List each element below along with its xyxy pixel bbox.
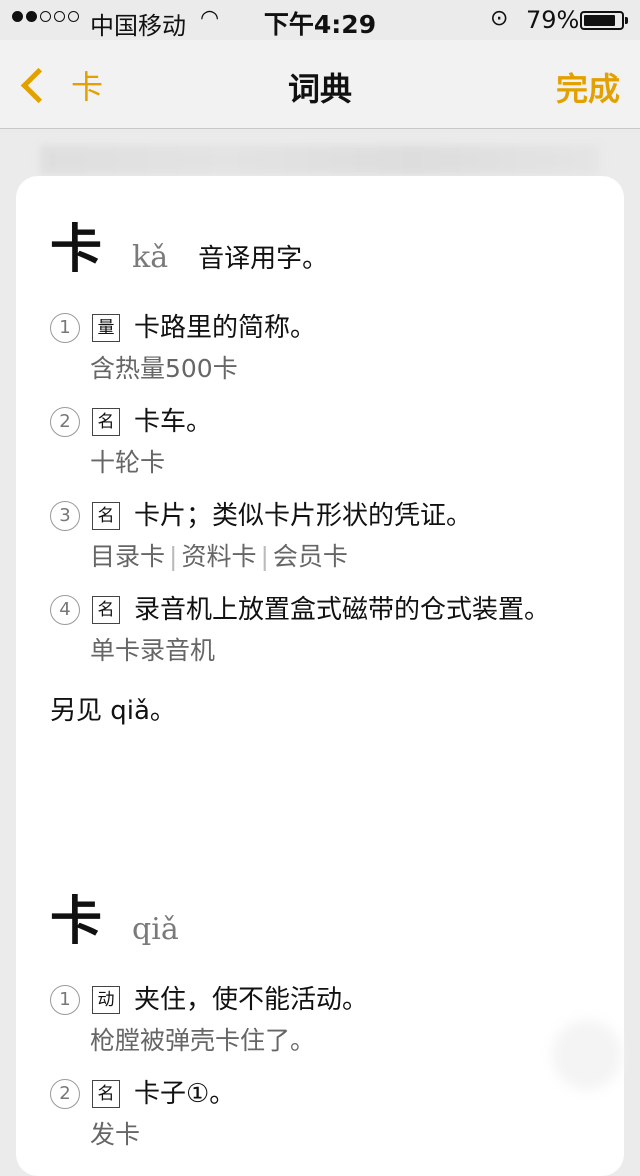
pinyin: qiǎ: [132, 912, 179, 947]
page-title: 词典: [287, 70, 352, 108]
sense-example: 目录卡: [90, 542, 166, 571]
blurred-background: [40, 145, 600, 175]
sense-item: 4 名 录音机上放置盒式磁带的仓式装置。 单卡录音机: [50, 592, 610, 668]
floating-button[interactable]: [552, 1020, 622, 1090]
sense-item: 1 动 夹住，使不能活动。 枪膛被弹壳卡住了。: [50, 982, 610, 1058]
sense-number: 3: [50, 501, 80, 531]
sense-example: 含热量500卡: [90, 354, 238, 383]
sense-item: 2 名 卡车。 十轮卡: [50, 404, 610, 480]
part-of-speech-badge: 名: [92, 408, 120, 436]
sense-number: 1: [50, 313, 80, 343]
sense-example: 十轮卡: [90, 448, 166, 477]
entry-header: 卡 qiǎ: [50, 892, 610, 952]
part-of-speech-badge: 动: [92, 986, 120, 1014]
separator: |: [169, 542, 178, 571]
sense-number: 2: [50, 1079, 80, 1109]
sense-example: 会员卡: [272, 542, 348, 571]
sense-definition: 夹住，使不能活动。: [134, 985, 369, 1015]
sense-definition: 卡车。: [134, 407, 213, 437]
sense-number: 1: [50, 985, 80, 1015]
pinyin: kǎ: [132, 240, 169, 275]
sense-number: 2: [50, 407, 80, 437]
sense-definition: 卡子①。: [134, 1079, 236, 1109]
sense-item: 3 名 卡片；类似卡片形状的凭证。 目录卡 | 资料卡 | 会员卡: [50, 498, 610, 574]
sense-examples: 目录卡 | 资料卡 | 会员卡: [90, 540, 610, 574]
sense-definition: 卡片；类似卡片形状的凭证。: [134, 501, 473, 531]
separator: |: [260, 542, 269, 571]
dictionary-card[interactable]: 卡 kǎ 音译用字。 1 量 卡路里的简称。 含热量500卡 2 名 卡车。 十…: [16, 176, 624, 1176]
part-of-speech-badge: 名: [92, 502, 120, 530]
sense-number: 4: [50, 595, 80, 625]
status-bar: 中国移动 ◠ 下午4:29 ⊙ 79%: [0, 0, 640, 40]
battery-percent: 79%: [526, 6, 580, 34]
sense-example: 发卡: [90, 1120, 141, 1149]
see-also-link[interactable]: 另见 qiǎ。: [50, 690, 610, 727]
sense-definition: 卡路里的简称。: [134, 313, 317, 343]
sense-example: 单卡录音机: [90, 636, 216, 665]
part-of-speech-badge: 名: [92, 596, 120, 624]
sense-item: 1 量 卡路里的简称。 含热量500卡: [50, 310, 610, 386]
done-button[interactable]: 完成: [556, 64, 620, 110]
part-of-speech-badge: 名: [92, 1080, 120, 1108]
part-of-speech-badge: 量: [92, 314, 120, 342]
sense-definition: 录音机上放置盒式磁带的仓式装置。: [134, 595, 551, 625]
battery-icon: [580, 11, 628, 30]
headword: 卡: [50, 892, 103, 952]
headword-definition: 音译用字。: [198, 244, 329, 274]
orientation-lock-icon: ⊙: [490, 6, 509, 31]
entry-header: 卡 kǎ 音译用字。: [50, 220, 610, 280]
navigation-bar: 卡 词典 完成: [0, 40, 640, 129]
headword: 卡: [50, 220, 103, 280]
sense-example: 枪膛被弹壳卡住了。: [90, 1026, 316, 1055]
sense-example: 资料卡: [181, 542, 257, 571]
sense-item: 2 名 卡子①。 发卡: [50, 1076, 610, 1152]
dictionary-entry: 卡 kǎ 音译用字。 1 量 卡路里的简称。 含热量500卡 2 名 卡车。 十…: [50, 220, 610, 727]
dictionary-entry: 卡 qiǎ 1 动 夹住，使不能活动。 枪膛被弹壳卡住了。 2 名 卡子①。 发…: [50, 892, 610, 1152]
